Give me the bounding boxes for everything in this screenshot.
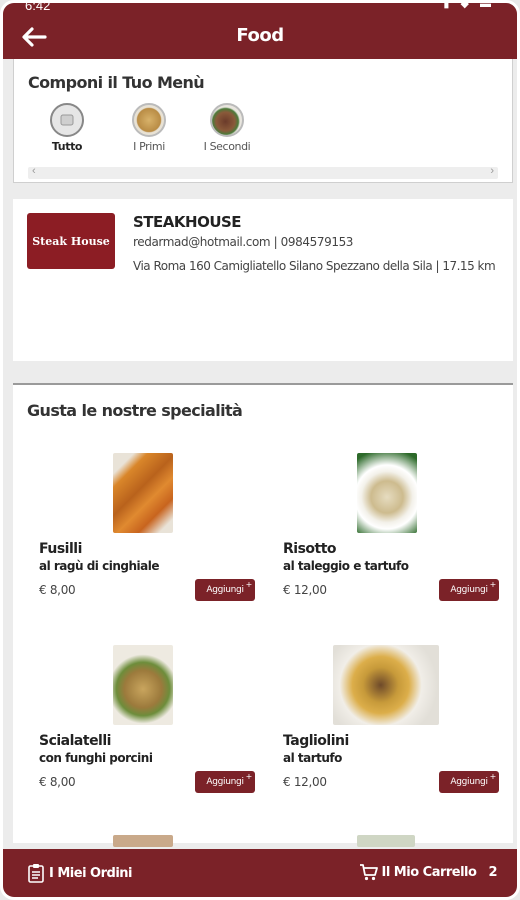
horizontal-scrollbar[interactable]: ‹ › — [28, 165, 498, 179]
category-label: I Primi — [133, 140, 165, 153]
restaurant-logo: Steak House — [27, 213, 115, 269]
dish-price: € 8,00 — [39, 583, 76, 597]
chevron-right-icon: › — [490, 165, 494, 177]
my-orders-button[interactable]: I Miei Ordini — [27, 863, 133, 883]
dish-subtitle: al tartufo — [283, 751, 342, 765]
dish-subtitle: con funghi porcini — [39, 751, 153, 765]
dish-image-scialatelli[interactable] — [113, 645, 173, 725]
logo-text: Steak House — [32, 234, 110, 248]
menu-title: Componi il Tuo Menù — [28, 73, 205, 92]
phone-frame: 6:42 ▮ ◆ ▬ Food Componi il Tuo Menù Tutt… — [0, 0, 520, 900]
add-button-label: Aggiungi — [206, 777, 244, 787]
specialties-section: Gusta le nostre specialità Fusilli al ra… — [13, 383, 513, 843]
restaurant-name: STEAKHOUSE — [133, 213, 242, 231]
category-label: Tutto — [51, 140, 83, 153]
dish-name: Tagliolini — [283, 733, 349, 749]
dish-subtitle: al ragù di cinghiale — [39, 559, 159, 573]
app-bar: 6:42 ▮ ◆ ▬ Food — [3, 3, 517, 59]
bottom-bar: I Miei Ordini Il Mio Carrello 2 — [3, 849, 517, 897]
dish-card: Tagliolini al tartufo € 12,00 Aggiungi + — [283, 645, 499, 805]
restaurant-address: Via Roma 160 Camigliatello Silano Spezza… — [133, 259, 496, 273]
dish-image-tagliolini[interactable] — [333, 645, 439, 725]
cart-count-badge: 2 — [488, 864, 497, 880]
add-to-cart-button[interactable]: Aggiungi + — [439, 579, 499, 601]
dish-price: € 8,00 — [39, 775, 76, 789]
dish-name: Risotto — [283, 541, 337, 557]
add-button-label: Aggiungi — [450, 585, 488, 595]
plus-icon: + — [245, 772, 253, 781]
plus-icon: + — [489, 580, 497, 589]
category-all-icon — [50, 103, 84, 137]
dish-subtitle: al taleggio e tartufo — [283, 559, 409, 573]
dish-price: € 12,00 — [283, 583, 327, 597]
specialties-title: Gusta le nostre specialità — [27, 401, 243, 420]
status-bar: 6:42 ▮ ◆ ▬ — [3, 3, 517, 13]
dish-image-peek — [113, 835, 173, 847]
status-icons: ▮ ◆ ▬ — [443, 3, 495, 10]
add-to-cart-button[interactable]: Aggiungi + — [195, 579, 255, 601]
dish-price: € 12,00 — [283, 775, 327, 789]
menu-category-panel: Componi il Tuo Menù Tutto I Primi I Seco… — [13, 59, 513, 183]
my-orders-label: I Miei Ordini — [49, 865, 133, 881]
chevron-left-icon: ‹ — [32, 165, 36, 177]
dish-card: Fusilli al ragù di cinghiale € 8,00 Aggi… — [39, 453, 255, 613]
clipboard-icon — [28, 864, 44, 883]
status-time: 6:42 — [25, 3, 51, 13]
dish-image-peek — [357, 835, 415, 847]
my-cart-label: Il Mio Carrello — [381, 864, 477, 880]
add-button-label: Aggiungi — [206, 585, 244, 595]
plus-icon: + — [245, 580, 253, 589]
add-button-label: Aggiungi — [450, 777, 488, 787]
dish-image-fusilli[interactable] — [113, 453, 173, 533]
pasta-dish-icon — [132, 103, 166, 137]
dish-card: Risotto al taleggio e tartufo € 12,00 Ag… — [283, 453, 499, 613]
add-to-cart-button[interactable]: Aggiungi + — [439, 771, 499, 793]
dish-image-risotto[interactable] — [357, 453, 417, 533]
dish-name: Fusilli — [39, 541, 82, 557]
category-secondi[interactable]: I Secondi — [192, 103, 262, 153]
category-primi[interactable]: I Primi — [114, 103, 184, 153]
my-cart-button[interactable]: Il Mio Carrello 2 — [359, 863, 497, 881]
dish-name: Scialatelli — [39, 733, 111, 749]
restaurant-card: Steak House STEAKHOUSE redarmad@hotmail.… — [13, 199, 513, 361]
category-label: I Secondi — [203, 140, 251, 153]
cart-icon — [360, 864, 379, 881]
category-tutto[interactable]: Tutto — [32, 103, 102, 153]
add-to-cart-button[interactable]: Aggiungi + — [195, 771, 255, 793]
meat-dish-icon — [210, 103, 244, 137]
plus-icon: + — [489, 772, 497, 781]
dish-card: Scialatelli con funghi porcini € 8,00 Ag… — [39, 645, 255, 805]
restaurant-contact: redarmad@hotmail.com | 0984579153 — [133, 235, 354, 249]
page-title: Food — [236, 25, 284, 46]
